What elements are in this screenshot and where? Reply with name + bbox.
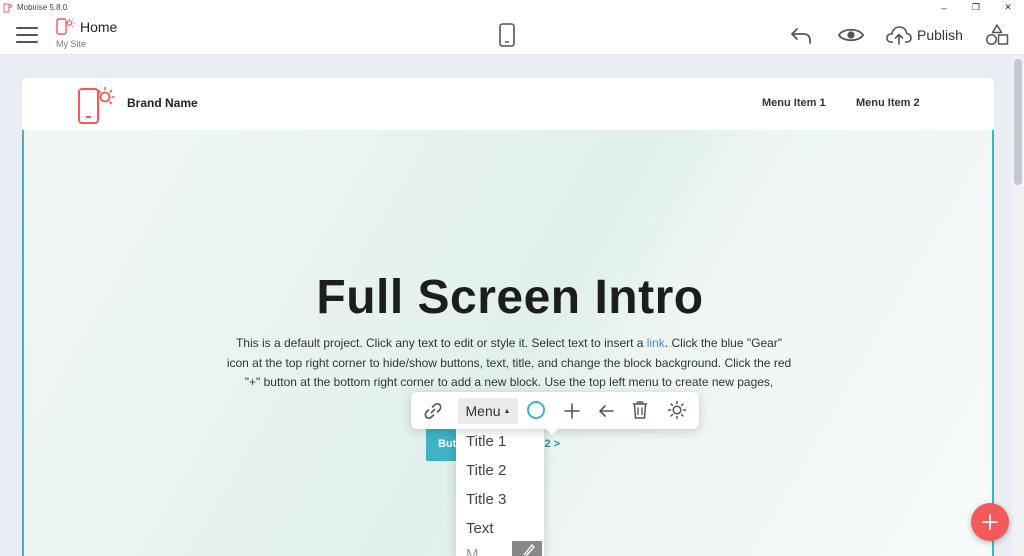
hero-text-part-1[interactable]: This is a default project. Click any tex… [236,336,647,350]
color-circle-icon[interactable] [527,401,545,419]
arrow-left-icon[interactable] [596,401,616,421]
page-icon[interactable] [56,18,76,36]
brand-name[interactable]: Brand Name [127,96,198,110]
page-title[interactable]: Home [80,19,117,35]
mobile-device-icon[interactable] [498,23,516,47]
edit-pencil-icon[interactable] [512,541,542,556]
undo-icon[interactable] [790,25,812,45]
caret-up-icon: ▲ [503,407,511,415]
link-icon[interactable] [423,401,443,421]
publish-label: Publish [917,27,963,43]
preview-eye-icon[interactable] [838,26,864,44]
plus-icon[interactable] [562,401,582,421]
nav-menu-item-2[interactable]: Menu Item 2 [856,97,920,109]
publish-button[interactable]: Publish [886,23,963,47]
dropdown-item-title-3[interactable]: Title 3 [466,491,506,508]
restore-button[interactable]: ❐ [960,0,992,15]
close-button[interactable]: ✕ [992,0,1024,15]
window-titlebar: Mobirise 5.8.0 – ❐ ✕ [0,0,1024,15]
hero-text-link[interactable]: link [647,336,665,350]
window-controls: – ❐ ✕ [928,0,1024,15]
mobirise-app-icon [3,3,13,12]
block-type-menu-label: Menu [465,403,501,419]
site-name: My Site [56,39,87,49]
blocks-icon[interactable] [985,24,1009,46]
block-type-menu-button[interactable]: Menu ▲ [458,398,518,424]
scrollbar-thumb[interactable] [1014,59,1022,185]
trash-icon[interactable] [631,400,649,420]
cloud-upload-icon [886,26,912,45]
block-type-dropdown: Title 1 Title 2 Title 3 Text M... [456,427,544,556]
add-block-button[interactable] [971,503,1009,541]
vertical-scrollbar[interactable] [1012,55,1024,556]
hero-text[interactable]: This is a default project. Click any tex… [224,334,794,393]
hero-title[interactable]: Full Screen Intro [24,270,994,325]
window-title: Mobirise 5.8.0 [17,3,68,12]
dropdown-item-text[interactable]: Text [466,520,494,537]
dropdown-item-title-2[interactable]: Title 2 [466,462,506,479]
hamburger-icon[interactable] [16,27,38,45]
app-toolbar: Home My Site Publish [0,15,1024,55]
dropdown-item-menu[interactable]: M... [456,541,544,556]
brand-logo-icon[interactable] [77,86,121,126]
toolbar-pointer [545,428,559,435]
dropdown-item-menu-label: M... [466,546,491,556]
add-block-icon [982,514,998,530]
dropdown-item-title-1[interactable]: Title 1 [466,433,506,450]
nav-menu-item-1[interactable]: Menu Item 1 [762,97,826,109]
text-format-toolbar: Menu ▲ [411,392,699,429]
minimize-button[interactable]: – [928,0,960,15]
site-navbar[interactable]: Brand Name Menu Item 1 Menu Item 2 [22,78,994,130]
gear-icon[interactable] [667,400,687,420]
